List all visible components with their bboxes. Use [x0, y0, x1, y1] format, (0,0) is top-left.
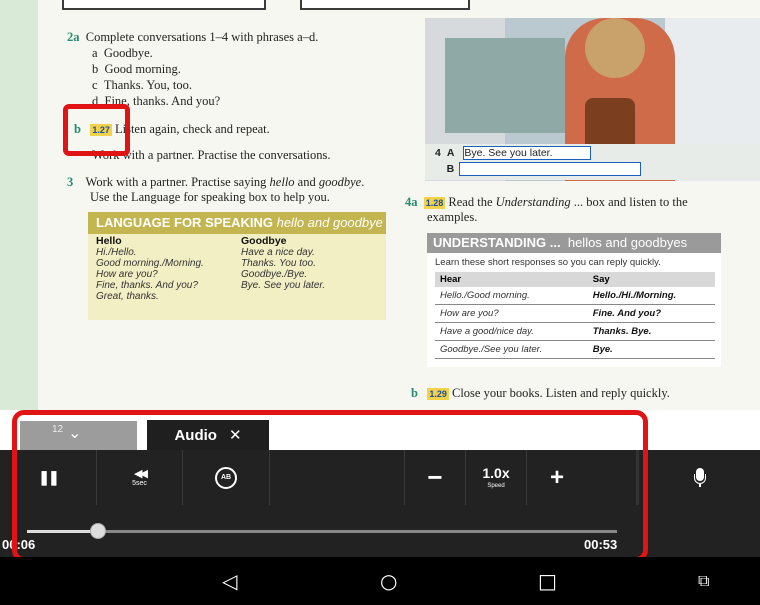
- top-box-left: [62, 0, 266, 10]
- highlight-box-audio-player: [12, 410, 648, 562]
- option-b: b Good morning.: [92, 62, 181, 76]
- system-nav-bar: ◁ ○ □ ⧉: [0, 557, 760, 605]
- table-header-row: Hear Say: [435, 272, 715, 287]
- table-row: Have a good/nice day. Thanks. Bye.: [435, 322, 715, 341]
- photo-hair: [585, 18, 645, 78]
- table-row: Hello./Good morning. Hello./Hi./Morning.: [435, 287, 715, 305]
- language-for-speaking-box: LANGUAGE FOR SPEAKING hello and goodbye …: [88, 212, 386, 320]
- understanding-intro: Learn these short responses so you can r…: [435, 257, 661, 268]
- conversation-photo: 4A Bye. See you later. B: [425, 18, 760, 181]
- table-row: Goodbye./See you later. Bye.: [435, 340, 715, 359]
- top-box-right: [300, 0, 470, 10]
- audio-track-1-29-button[interactable]: 1.29: [427, 388, 449, 400]
- audio-track-1-28-button[interactable]: 1.28: [423, 197, 446, 209]
- home-icon[interactable]: ○: [380, 571, 397, 591]
- highlight-box-audio-1-27: [63, 104, 130, 156]
- textbook-page: 2a Complete conversations 1–4 with phras…: [0, 0, 760, 410]
- understanding-box: UNDERSTANDING ... hellos and goodbyes Le…: [427, 233, 721, 367]
- goodbye-column: Goodbye Have a nice day. Thanks. You too…: [241, 235, 326, 292]
- conversation-4-strip: 4A Bye. See you later. B: [425, 144, 760, 180]
- exercise-4b: b 1.29 Close your books. Listen and repl…: [411, 386, 670, 400]
- exercise-2a-instruction: 2a Complete conversations 1–4 with phras…: [67, 30, 319, 44]
- answer-input-4b[interactable]: [459, 162, 642, 176]
- language-box-title: LANGUAGE FOR SPEAKING hello and goodbye: [88, 212, 386, 234]
- microphone-icon: [694, 467, 706, 488]
- line-a-highlight: Bye. See you later.: [463, 146, 592, 160]
- option-c: c Thanks. You, too.: [92, 78, 193, 92]
- exercise-3: 3 Work with a partner. Practise saying h…: [67, 175, 365, 189]
- exercise-3-line2: Use the Language for speaking box to hel…: [90, 190, 330, 204]
- responses-table: Hear Say Hello./Good morning. Hello./Hi./…: [435, 272, 715, 359]
- exercise-4a-line2: examples.: [427, 210, 478, 224]
- window-mode-icon[interactable]: ⧉: [698, 571, 709, 591]
- photo-window: [445, 38, 565, 133]
- back-icon[interactable]: ◁: [222, 571, 237, 591]
- option-a: a Goodbye.: [92, 46, 153, 60]
- understanding-title: UNDERSTANDING ... hellos and goodbyes: [427, 233, 721, 253]
- page-margin-band: [0, 0, 38, 410]
- recents-icon[interactable]: □: [538, 571, 557, 591]
- record-button[interactable]: [640, 450, 760, 505]
- table-row: How are you? Fine. And you?: [435, 304, 715, 323]
- hello-column: Hello Hi./Hello. Good morning./Morning. …: [96, 235, 204, 303]
